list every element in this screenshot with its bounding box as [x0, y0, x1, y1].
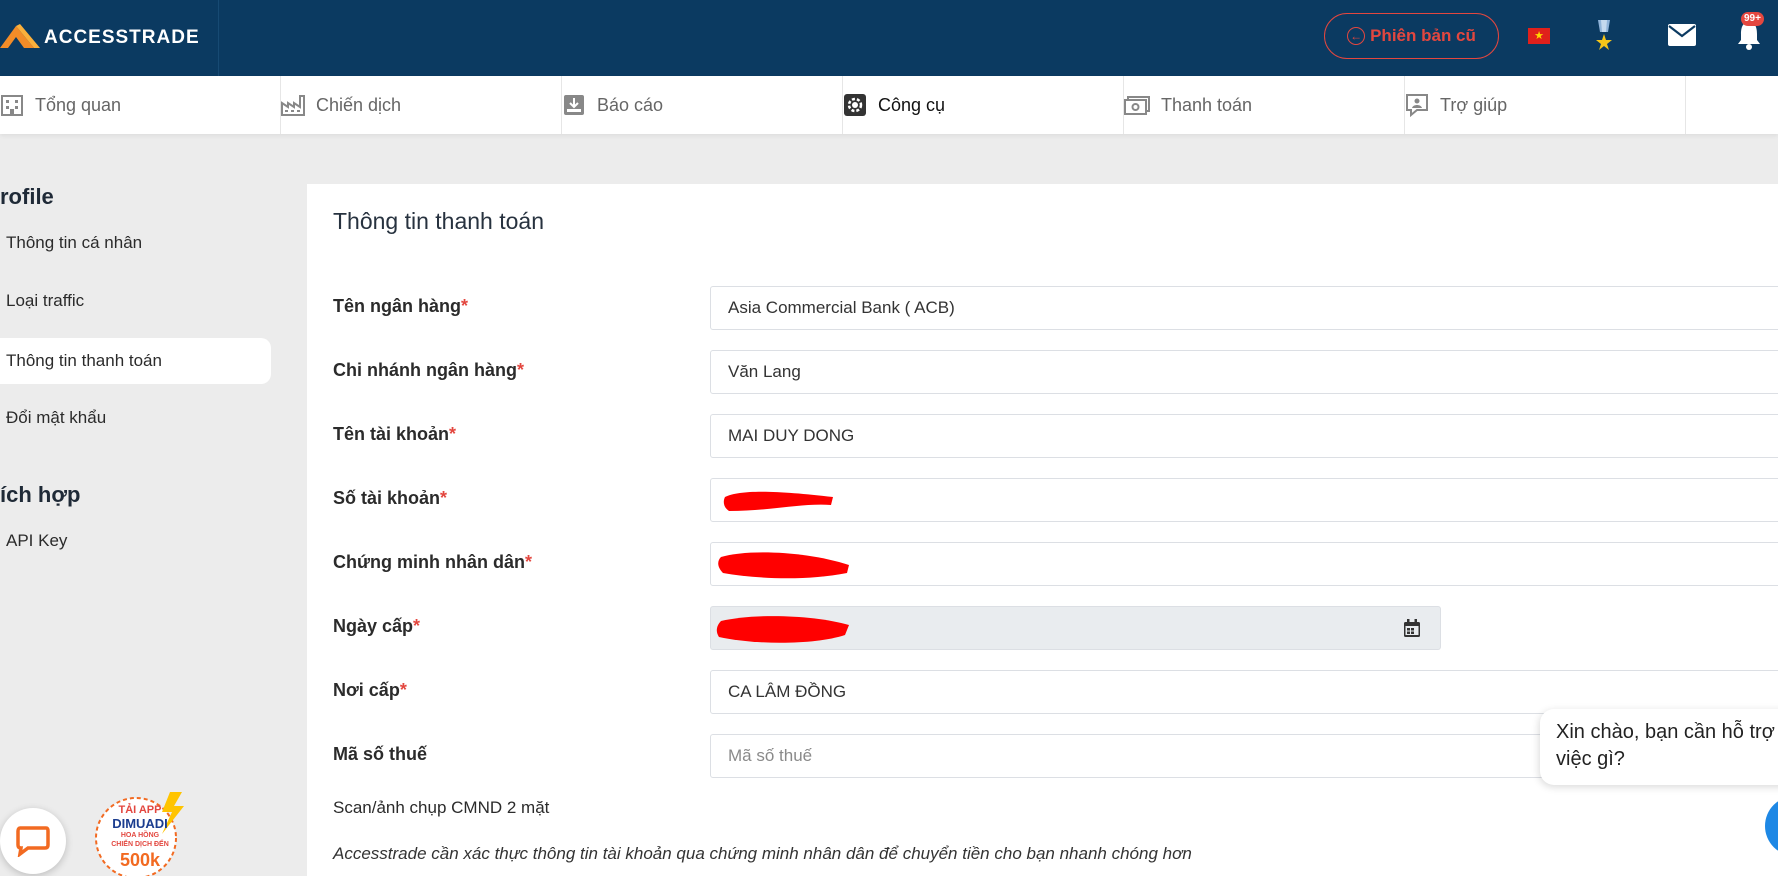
sidebar-item-payment-info[interactable]: Thông tin thanh toán [0, 338, 271, 384]
logo-icon [0, 24, 40, 48]
old-version-label: Phiên bản cũ [1370, 26, 1476, 45]
notification-badge: 99+ [1741, 12, 1764, 26]
arrow-left-icon: ← [1347, 27, 1366, 45]
bank-name-label-text: Tên ngân hàng [333, 296, 461, 316]
required-mark: * [413, 616, 421, 636]
page-title: Thông tin thanh toán [333, 208, 544, 234]
promo-line-1: TẢI APP [118, 804, 162, 816]
building-icon [1, 95, 23, 116]
required-mark: * [516, 360, 524, 380]
nav-label-reports: Báo cáo [597, 94, 664, 115]
nav-item-support[interactable]: Trợ giúp [1405, 76, 1686, 134]
issue-place-field[interactable]: CA LÂM ĐỒNG [710, 670, 1778, 714]
sidebar-item-api-key[interactable]: API Key [0, 518, 271, 564]
nav-item-payments[interactable]: Thanh toán [1124, 76, 1405, 134]
nav-item-tools[interactable]: Công cụ [843, 76, 1124, 134]
sidebar-item-traffic-type[interactable]: Loại traffic [0, 278, 271, 324]
brand-logo[interactable]: ACCESSTRADE [0, 20, 200, 56]
bank-branch-label: Chi nhánh ngân hàng* [333, 360, 524, 381]
bank-branch-label-text: Chi nhánh ngân hàng [333, 360, 517, 380]
nav-item-campaigns[interactable]: Chiến dịch [281, 76, 562, 134]
scan-id-label: Scan/ảnh chụp CMND 2 mặt [333, 798, 550, 817]
bank-name-label: Tên ngân hàng* [333, 296, 468, 317]
bank-branch-field[interactable]: Văn Lang [710, 350, 1778, 394]
redaction-mark [716, 616, 849, 643]
promo-line-2: DIMUADI [112, 816, 168, 831]
promo-line-4: CHIẾN DỊCH ĐẾN [111, 841, 169, 848]
required-mark: * [440, 488, 448, 508]
sidebar-heading-integration: ích hợp [0, 482, 81, 507]
issue-place-label: Nơi cấp* [333, 680, 407, 701]
medal-icon[interactable] [1595, 20, 1613, 52]
id-number-label: Chứng minh nhân dân* [333, 552, 532, 573]
account-number-field[interactable] [710, 478, 1778, 522]
header-divider [218, 0, 219, 76]
issue-date-field[interactable] [710, 606, 1441, 650]
account-name-label: Tên tài khoản* [333, 424, 456, 445]
main-nav: Tổng quan Chiến dịch Báo cáo Công cụ Tha… [0, 76, 1778, 134]
brand-name: ACCESSTRADE [44, 27, 200, 48]
nav-label-campaigns: Chiến dịch [316, 94, 402, 115]
id-number-field[interactable] [710, 542, 1778, 586]
promo-line-3: HOA HỒNG [120, 832, 160, 839]
tax-code-label: Mã số thuế [333, 744, 428, 764]
top-header: ACCESSTRADE ← Phiên bản cũ ★ 99+ [0, 0, 1778, 76]
nav-label-tools: Công cụ [878, 94, 946, 115]
account-number-label-text: Số tài khoản [333, 488, 441, 508]
chat-greeting-bubble[interactable]: Xin chào, bạn cần hỗ trợ việc gì? [1540, 709, 1778, 785]
required-mark: * [449, 424, 457, 444]
verification-note: Accesstrade cần xác thực thông tin tài k… [333, 844, 1192, 863]
account-number-label: Số tài khoản* [333, 488, 447, 509]
report-icon [564, 95, 584, 115]
old-version-button[interactable]: ← Phiên bản cũ [1324, 13, 1499, 59]
nav-label-payments: Thanh toán [1161, 94, 1253, 115]
id-number-label-text: Chứng minh nhân dân [333, 552, 526, 572]
mail-icon[interactable] [1668, 24, 1696, 46]
sidebar-item-personal-info[interactable]: Thông tin cá nhân [0, 220, 271, 266]
nav-label-overview: Tổng quan [35, 94, 122, 115]
redaction-mark [718, 552, 849, 579]
issue-date-label: Ngày cấp* [333, 616, 420, 637]
redaction-mark [723, 491, 833, 511]
required-mark: * [399, 680, 407, 700]
chat-icon [16, 826, 50, 857]
dimuadi-promo-banner[interactable]: TẢI APP DIMUADI HOA HỒNG CHIẾN DỊCH ĐẾN … [92, 790, 188, 876]
account-name-field[interactable]: MAI DUY DONG [710, 414, 1778, 458]
live-chat-button[interactable] [0, 808, 66, 874]
issue-place-label-text: Nơi cấp [333, 680, 400, 700]
gear-icon [844, 94, 866, 116]
required-mark: * [525, 552, 533, 572]
support-icon [1406, 94, 1428, 117]
nav-item-overview[interactable]: Tổng quan [0, 76, 281, 134]
vietnam-flag-icon[interactable]: ★ [1528, 28, 1550, 44]
sidebar-item-change-password[interactable]: Đổi mật khẩu [0, 395, 271, 441]
money-icon [1124, 96, 1150, 115]
nav-label-support: Trợ giúp [1440, 94, 1508, 115]
required-mark: * [461, 296, 469, 316]
bank-name-field[interactable]: Asia Commercial Bank ( ACB) [710, 286, 1778, 330]
issue-date-label-text: Ngày cấp [333, 616, 414, 636]
nav-item-reports[interactable]: Báo cáo [562, 76, 843, 134]
calendar-icon[interactable] [1404, 619, 1420, 637]
account-name-label-text: Tên tài khoản [333, 424, 450, 444]
sidebar-heading-profile: rofile [0, 184, 54, 209]
factory-icon [281, 95, 305, 116]
promo-line-5: 500k [119, 850, 161, 870]
